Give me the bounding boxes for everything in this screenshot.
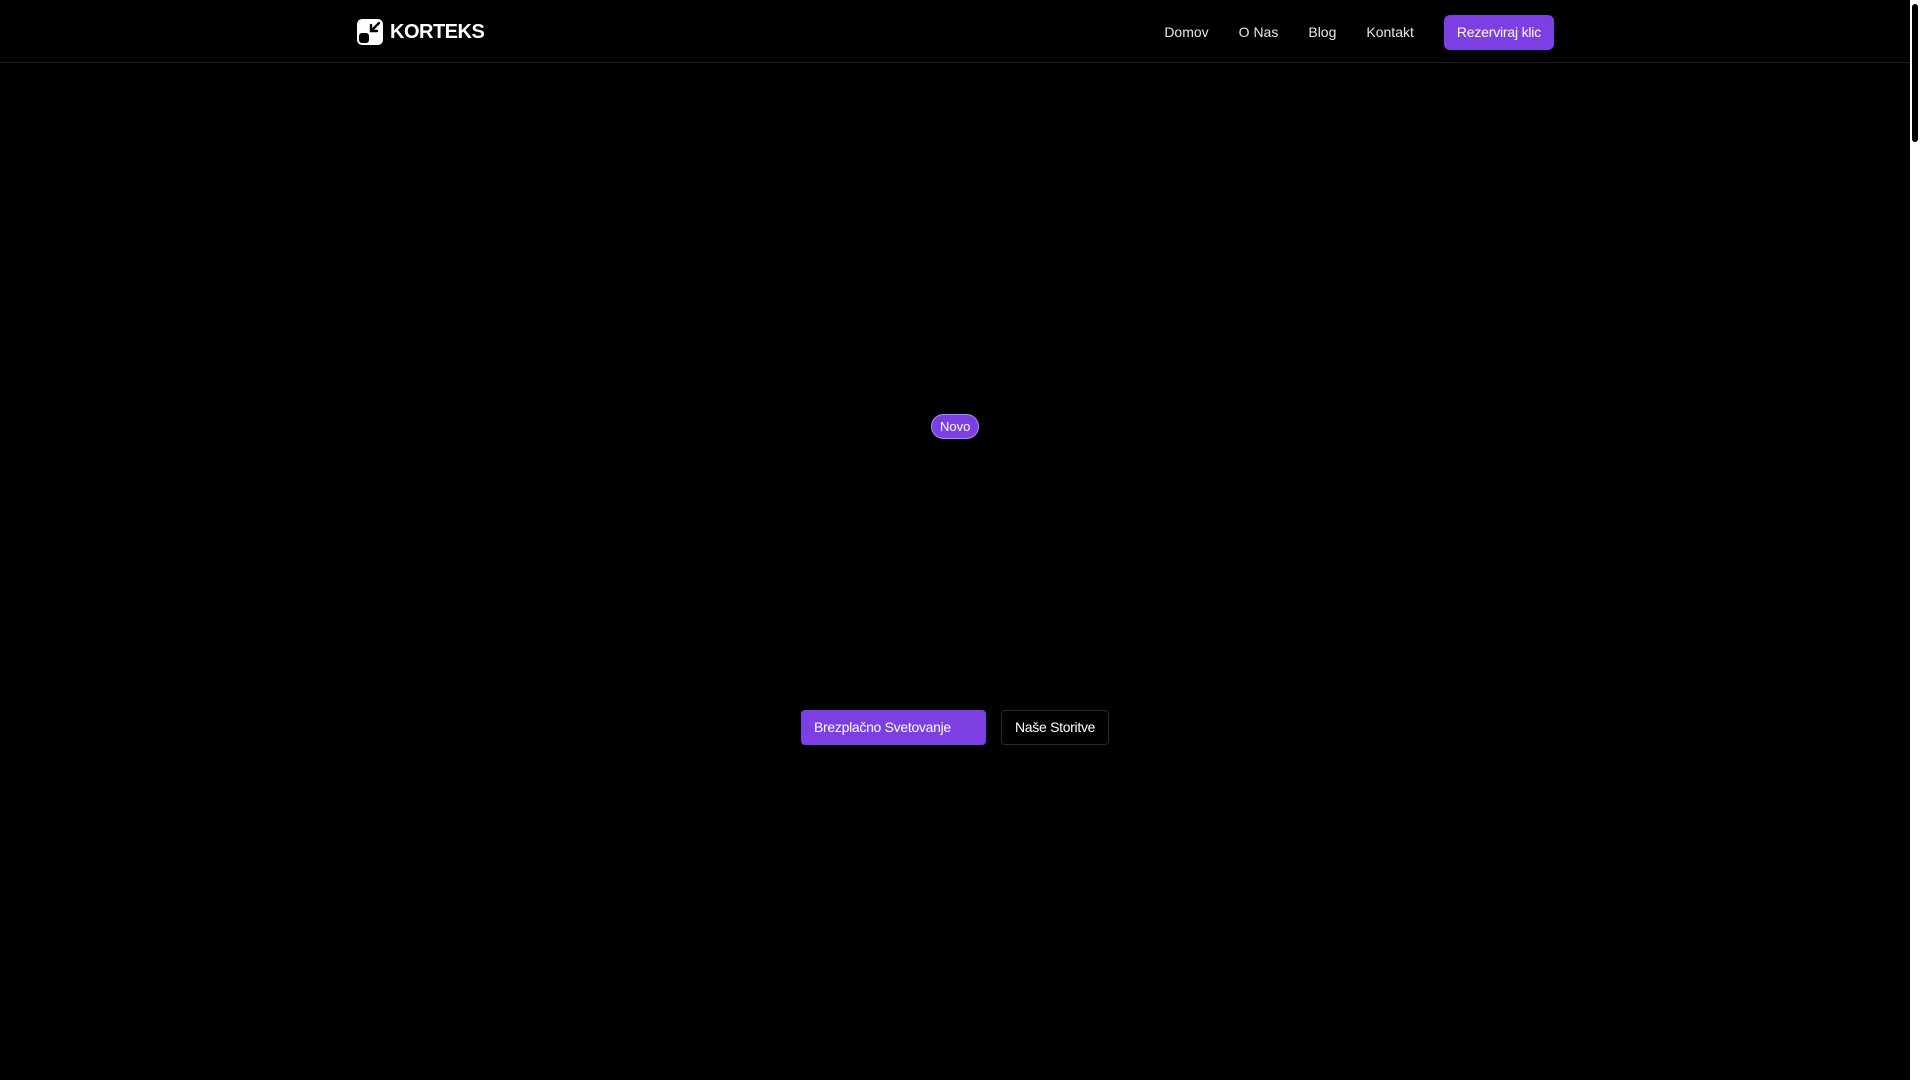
scrollbar-thumb[interactable] <box>1912 4 1918 142</box>
page: KORTEKS Domov O Nas Blog Kontakt Rezervi… <box>0 0 1920 1080</box>
hero-actions: Brezplačno Svetovanje Naše Storitve <box>801 710 1110 745</box>
book-call-button[interactable]: Rezerviraj klic <box>1443 15 1554 50</box>
nav-link-blog[interactable]: Blog <box>1308 15 1336 50</box>
nav-link-kontakt[interactable]: Kontakt <box>1366 15 1413 50</box>
nav-link-domov[interactable]: Domov <box>1164 15 1208 50</box>
brand-logo[interactable]: KORTEKS <box>357 19 485 45</box>
top-navigation-bar: KORTEKS Domov O Nas Blog Kontakt Rezervi… <box>0 0 1910 63</box>
main-nav: Domov O Nas Blog Kontakt Rezerviraj klic <box>1164 15 1554 50</box>
new-badge: Novo <box>931 414 980 439</box>
korteks-logo-icon <box>357 19 383 45</box>
brand-name: KORTEKS <box>390 21 485 43</box>
free-consultation-button[interactable]: Brezplačno Svetovanje <box>801 710 986 745</box>
nav-link-o-nas[interactable]: O Nas <box>1239 15 1279 50</box>
our-services-button[interactable]: Naše Storitve <box>1001 710 1110 745</box>
vertical-scrollbar[interactable] <box>1910 0 1920 1080</box>
